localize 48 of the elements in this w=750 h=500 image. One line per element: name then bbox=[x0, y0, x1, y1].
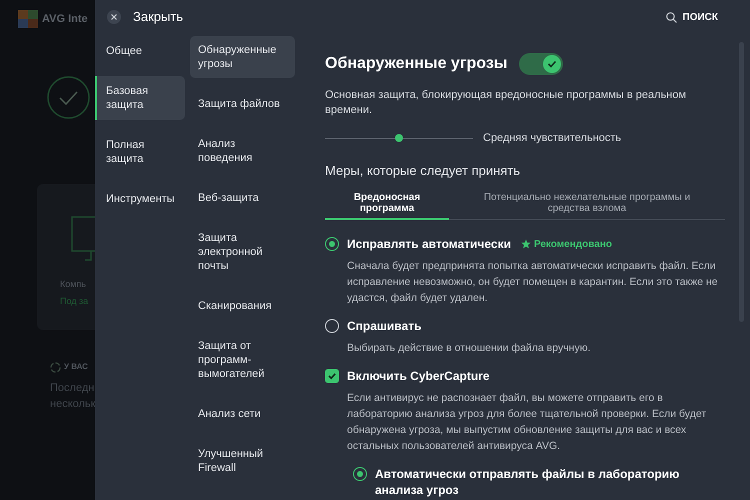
check-circle-icon bbox=[47, 76, 90, 119]
option-label: Спрашивать bbox=[347, 318, 422, 334]
status-heading: У ВАС bbox=[64, 361, 88, 373]
radio-button[interactable] bbox=[325, 319, 339, 333]
option-description: Выбирать действие в отношении файла вручную. bbox=[346, 341, 592, 356]
option-label: Включить CyberCapture bbox=[347, 368, 490, 384]
category-tab[interactable]: Базовая защита bbox=[95, 76, 185, 120]
section-title: Обнаруженные угрозы bbox=[325, 54, 508, 74]
toggle-switch[interactable] bbox=[519, 53, 564, 75]
category-tab[interactable]: Инструменты bbox=[95, 184, 185, 214]
option-label: Исправлять автоматически bbox=[347, 236, 511, 252]
close-button[interactable]: Закрыть bbox=[107, 7, 184, 27]
sensitivity-slider[interactable] bbox=[325, 133, 473, 144]
section-description: Основная защита, блокирующая вредоносные программы в реальном времени. bbox=[325, 88, 688, 118]
subcategory-tab[interactable]: Обнаруженные угрозы bbox=[190, 36, 295, 78]
sensitivity-label: Средняя чувствительность bbox=[483, 131, 622, 146]
option-description: Если антивирус не распознает файл, вы можете отправить его в лабораторию анализа угроз для более тщательной проверки. Если будет обнаружена угроза, мы выпустим обновление защиты для вас и всех остальных пользователей антивируса AVG. bbox=[346, 391, 708, 454]
subcategory-tab[interactable]: Защита файлов bbox=[190, 90, 295, 118]
option-tab[interactable]: Потенциально нежелательные программы и средства взлома bbox=[449, 192, 725, 220]
section-heading: Меры, которые следует принять bbox=[325, 162, 522, 180]
subcategory-tab[interactable]: Сканирования bbox=[190, 292, 295, 320]
option-tab[interactable]: Вредоносная программа bbox=[325, 192, 449, 220]
subcategory-tab[interactable]: Защита электронной почты bbox=[190, 224, 295, 280]
card-title: Компь bbox=[60, 278, 86, 291]
option-label: Автоматически отправлять файлы в лабораторию анализа угроз bbox=[375, 466, 680, 498]
app-title: AVG Inte bbox=[42, 12, 88, 27]
subcategory-tab[interactable]: Анализ сети bbox=[190, 400, 295, 428]
search-button[interactable]: ПОИСК bbox=[666, 10, 718, 24]
category-tab[interactable]: Общее bbox=[95, 36, 185, 66]
check-icon bbox=[327, 371, 337, 381]
recommended-label: Рекомендовано bbox=[534, 238, 612, 252]
logo-icon bbox=[18, 10, 38, 28]
radio-button[interactable] bbox=[325, 237, 339, 251]
search-icon bbox=[666, 12, 677, 22]
monitor-icon bbox=[71, 216, 95, 262]
subcategory-tab[interactable]: Улучшенный Firewall bbox=[190, 440, 295, 482]
subcategory-tab[interactable]: Защита от программ-вымогателей bbox=[190, 332, 295, 388]
category-tab[interactable]: Полная защита bbox=[95, 130, 185, 174]
toggle-knob-icon bbox=[543, 55, 562, 73]
close-icon bbox=[107, 10, 121, 24]
radio-button[interactable] bbox=[353, 467, 367, 481]
star-icon bbox=[520, 239, 531, 249]
checkbox[interactable] bbox=[325, 369, 339, 383]
option-description: Сначала будет предпринята попытка автоматически исправить файл. Если исправление невозможно, он будет помещен в карантин. Если это также не удастся, файл будет удален. bbox=[346, 259, 719, 306]
subcategory-tab[interactable]: Анализ поведения bbox=[190, 130, 295, 172]
card-status: Под за bbox=[60, 295, 88, 308]
refresh-icon bbox=[50, 362, 61, 372]
subcategory-tab[interactable]: Веб-защита bbox=[190, 184, 295, 212]
